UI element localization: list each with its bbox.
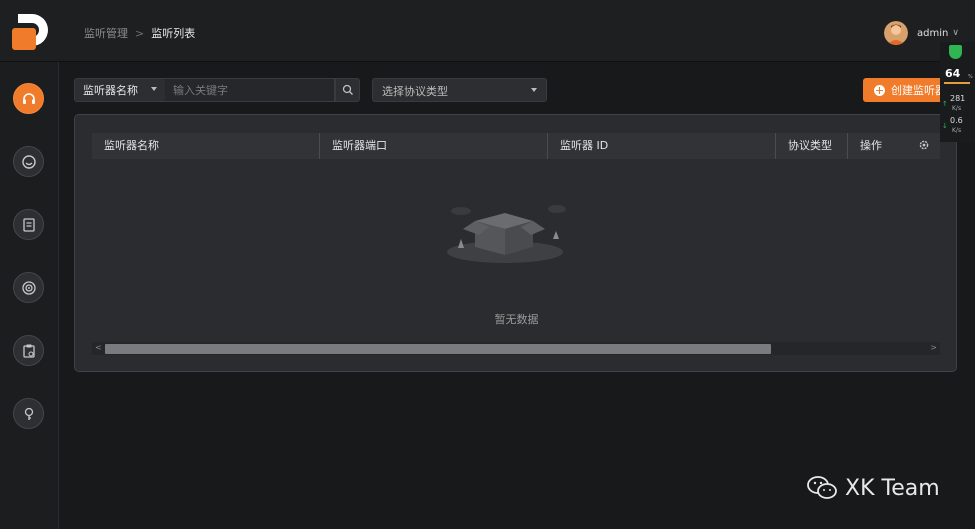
caret-down-icon [531,88,537,92]
download-unit: K/s [952,127,962,134]
horizontal-scrollbar[interactable]: < > [92,342,940,355]
upload-arrow-icon: ↑ [942,100,948,108]
column-header-name[interactable]: 监听器名称 [92,133,320,159]
protocol-type-placeholder: 选择协议类型 [382,85,448,98]
listener-table-panel: 监听器名称 监听器端口 监听器 ID 协议类型 操作 暂无数据 < > [74,114,957,372]
create-listener-label: 创建监听器 [891,84,946,97]
sidebar [0,62,59,529]
user-avatar-icon [884,21,908,45]
watermark: XK Team [807,475,940,501]
clipboard-icon [22,344,35,358]
upload-unit: K/s [952,105,962,112]
percent-sign: % [968,74,973,80]
column-header-port[interactable]: 监听器端口 [320,133,548,159]
sidebar-item-keys[interactable] [13,398,44,429]
column-header-protocol[interactable]: 协议类型 [776,133,848,159]
key-icon [24,407,33,420]
plus-circle-icon [874,84,885,96]
top-bar: 监听管理 > 监听列表 admin ∨ [0,0,975,62]
network-monitor-widget: 64 % ↑ 281 K/s ↓ 0.6 K/s [940,42,975,142]
breadcrumb-separator: > [135,27,145,40]
column-header-actions-label: 操作 [860,139,882,152]
breadcrumb-parent[interactable]: 监听管理 [84,27,128,40]
cpu-percent: 64 [945,67,961,80]
column-header-id[interactable]: 监听器 ID [548,133,776,159]
empty-box-icon [447,205,566,263]
watermark-text: XK Team [845,475,940,501]
scrollbar-thumb[interactable] [105,344,771,354]
face-icon [21,154,36,169]
headset-icon [22,92,35,104]
empty-state-text: 暂无数据 [494,313,539,326]
search-field-label: 监听器名称 [83,84,138,97]
breadcrumb-current: 监听列表 [151,27,196,40]
main-content: 监听器名称 选择协议类型 创建监听器 监听器名称 监听器端口 监听器 ID 协议… [59,62,975,529]
sidebar-item-listeners[interactable] [13,83,44,114]
app-logo[interactable] [10,12,52,52]
scroll-left-icon[interactable]: < [95,343,102,352]
search-button[interactable] [335,78,360,102]
search-icon [342,84,353,95]
shield-icon [949,45,962,59]
scroll-right-icon[interactable]: > [930,343,937,352]
sidebar-item-targets[interactable] [13,272,44,303]
table-header: 监听器名称 监听器端口 监听器 ID 协议类型 操作 [92,133,940,159]
sidebar-item-tasks[interactable] [13,335,44,366]
download-arrow-icon: ↓ [942,122,948,130]
protocol-type-select[interactable]: 选择协议类型 [372,78,547,102]
avatar[interactable] [884,21,908,45]
download-speed: 0.6 [950,116,963,125]
gear-icon[interactable] [918,139,930,151]
chevron-down-icon[interactable]: ∨ [952,28,959,38]
usage-bar [944,82,970,84]
username[interactable]: admin [917,28,948,39]
document-icon [22,217,35,232]
sidebar-item-sessions[interactable] [13,146,44,177]
caret-down-icon [151,87,157,91]
breadcrumb: 监听管理 > 监听列表 [84,25,195,41]
column-header-actions: 操作 [848,133,940,159]
keyword-search-input[interactable] [165,78,335,102]
search-field-select[interactable]: 监听器名称 [74,78,166,102]
sidebar-item-logs[interactable] [13,209,44,240]
wechat-icon [807,476,837,499]
target-icon [21,280,36,295]
upload-speed: 281 [950,94,966,103]
